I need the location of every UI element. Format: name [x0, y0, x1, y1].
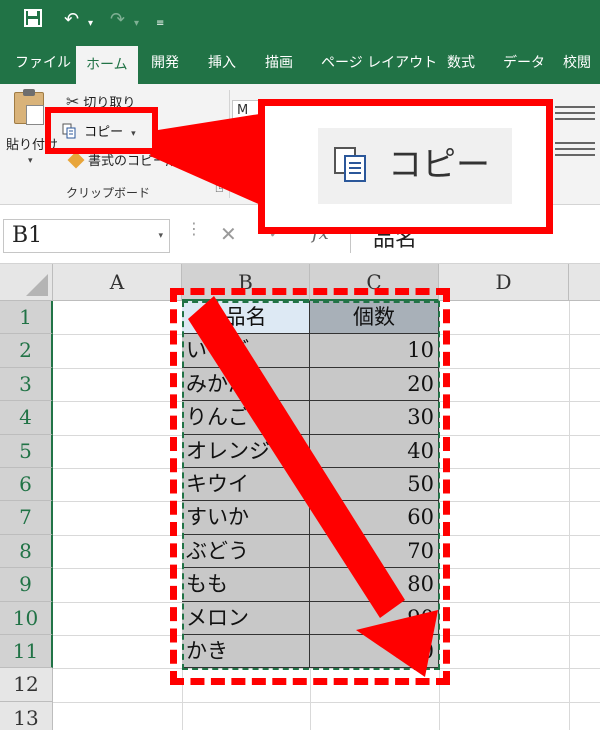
cancel-icon[interactable]: ✕ — [220, 222, 237, 246]
tab-data[interactable]: データ — [503, 43, 545, 84]
group-divider — [229, 90, 230, 198]
more-options-icon: ⋮ — [186, 219, 202, 238]
align-right-icon[interactable] — [555, 106, 575, 120]
row-header-12[interactable]: 12 — [0, 668, 53, 702]
row-header-3[interactable]: 3 — [0, 367, 53, 402]
copy-zoom-label: コピー — [388, 145, 490, 185]
tab-developer[interactable]: 開発 — [151, 43, 179, 84]
tab-review[interactable]: 校閲 — [563, 43, 591, 84]
paste-icon[interactable] — [14, 89, 44, 125]
row-header-5[interactable]: 5 — [0, 434, 53, 468]
name-box-value: B1 — [12, 223, 43, 248]
chevron-down-icon[interactable]: ▾ — [158, 231, 163, 241]
tab-home[interactable]: ホーム — [76, 46, 138, 84]
tab-file[interactable]: ファイル — [15, 43, 71, 84]
undo-dropdown-icon[interactable]: ▾ — [88, 13, 93, 35]
tab-insert[interactable]: 挿入 — [208, 43, 236, 84]
tab-formulas[interactable]: 数式 — [447, 43, 475, 84]
highlight-frame — [170, 288, 450, 685]
redo-icon[interactable]: ↷ — [110, 9, 125, 31]
row-header-6[interactable]: 6 — [0, 468, 53, 502]
dialog-launcher-icon[interactable]: ◳ — [215, 184, 224, 194]
save-icon[interactable] — [24, 9, 42, 33]
format-painter-label: 書式のコピー/貼り付け — [88, 154, 223, 169]
title-bar: ↶ ▾ ↷ ▾ ≡ — [0, 0, 600, 43]
copy-zoom-callout: コピー — [258, 99, 553, 234]
row-header-13[interactable]: 13 — [0, 701, 53, 730]
ribbon-tabs: ファイル ホーム 開発 挿入 描画 ページ レイアウト 数式 データ 校閲 — [0, 43, 600, 84]
align-center-icon[interactable] — [555, 142, 575, 156]
row-header-9[interactable]: 9 — [0, 568, 53, 602]
row-header-11[interactable]: 11 — [0, 635, 53, 669]
copy-icon-large — [334, 147, 366, 182]
select-all-button[interactable] — [0, 264, 53, 301]
paste-dropdown-icon[interactable]: ▾ — [28, 156, 33, 166]
row-header-4[interactable]: 4 — [0, 401, 53, 435]
tab-draw[interactable]: 描画 — [265, 43, 293, 84]
redo-dropdown-icon[interactable]: ▾ — [134, 13, 139, 35]
row-header-2[interactable]: 2 — [0, 334, 53, 368]
column-header-a[interactable]: A — [53, 264, 182, 301]
name-box[interactable]: B1 ▾ — [3, 219, 170, 253]
row-header-1[interactable]: 1 — [0, 301, 53, 335]
align-center-icon-2[interactable] — [575, 142, 595, 156]
tab-page-layout[interactable]: ページ レイアウト — [321, 43, 437, 84]
align-right-icon-2[interactable] — [575, 106, 595, 120]
clipboard-group-label: クリップボード — [66, 186, 151, 200]
zoom-panel: コピー — [318, 128, 512, 204]
row-header-7[interactable]: 7 — [0, 501, 53, 535]
copy-button-highlight — [45, 107, 158, 154]
format-painter-icon — [67, 151, 85, 169]
row-header-10[interactable]: 10 — [0, 601, 53, 635]
column-header-d[interactable]: D — [439, 264, 569, 301]
undo-icon[interactable]: ↶ — [64, 9, 79, 31]
column-header-e[interactable] — [569, 264, 600, 301]
row-header-8[interactable]: 8 — [0, 534, 53, 569]
customize-icon[interactable]: ≡ — [156, 13, 164, 35]
